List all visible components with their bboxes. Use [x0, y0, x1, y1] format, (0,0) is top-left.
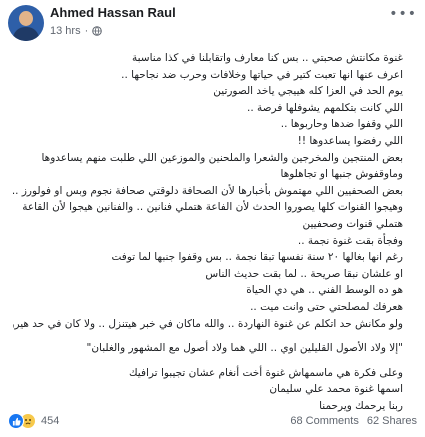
post-header: Ahmed Hassan Raul 13 hrs · ••• [0, 0, 425, 46]
reactions-summary[interactable]: 454 [8, 413, 59, 429]
post-line: هعرفك لمصلحتي حتى وانت ميت .. [250, 300, 403, 313]
post-line: وفجأة بقت غنوة نجمة .. [297, 234, 403, 247]
post-line: ولو مكانش حد اتكلم عن غنوة النهاردة .. و… [13, 317, 403, 330]
post-meta: 13 hrs · [50, 25, 103, 37]
meta-separator: · [84, 25, 89, 37]
like-icon [8, 413, 24, 429]
post-line: بعض المنتجين والمخرجين والشعرا والملحنين… [41, 151, 403, 181]
post-line: "إلا ولاد الأصول القليلين اوي .. اللي هم… [86, 342, 404, 355]
shares-count[interactable]: 62 Shares [367, 415, 417, 427]
post-line: رغم انها بغالها ٢٠ سنة نفسها تبقا نجمة .… [111, 251, 403, 264]
post-line: وعلى فكرة هي ماسمهاش غنوة أخت أنغام عشان… [128, 366, 403, 379]
more-options-icon[interactable]: ••• [389, 6, 417, 22]
post-footer: 454 68 Comments 62 Shares [0, 410, 425, 437]
post-line: غنوة مكانتش صحبتي .. بس كنا معارف واتقاب… [131, 52, 403, 64]
post-line: يوم الحد في العزا كله هييجي ياخد الصورتي… [213, 85, 403, 98]
comments-count[interactable]: 68 Comments [290, 415, 358, 427]
post-text: غنوة مكانتش صحبتي .. بس كنا معارف واتقاب… [13, 50, 403, 414]
post-line: وهيجوا القنوات كلها يصوروا الحدث لأن الف… [22, 201, 403, 230]
avatar[interactable] [8, 5, 44, 41]
post-stats: 68 Comments 62 Shares [290, 415, 417, 427]
reaction-count: 454 [41, 415, 60, 427]
author-name[interactable]: Ahmed Hassan Raul [50, 5, 176, 20]
post-time[interactable]: 13 hrs [50, 25, 81, 37]
globe-icon [92, 26, 103, 36]
post-line: او علشان نبقا صريحة .. لما بقت حديث النا… [205, 267, 403, 280]
post-line: اللي وقفوا ضدها وحاربوها .. [280, 118, 403, 131]
post-line: اعرف عنها انها تعبت كتير في حياتها وخلاف… [121, 68, 403, 81]
post-line: هو ده الوسط الفني .. هي دي الحياة [246, 284, 403, 297]
post-line: اسمها غنوة محمد علي سليمان [269, 383, 403, 396]
post-line: بعض الصحفيين اللي مهتموش بأخبارها لأن ال… [13, 184, 403, 197]
post-line: اللي رفضوا يساعدوها !! [297, 134, 403, 147]
post-line: اللي كانت بتكلمهم يشوفلها فرصة .. [246, 101, 403, 114]
